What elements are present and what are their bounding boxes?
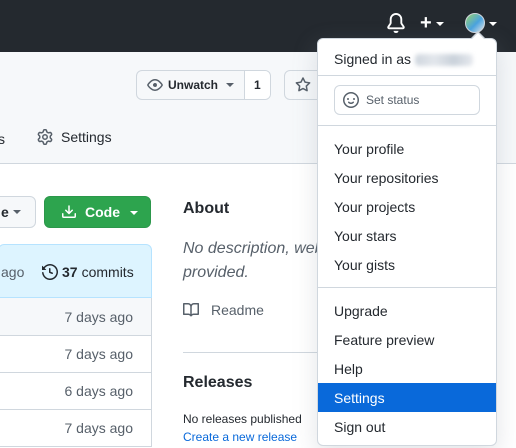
- chevron-down-icon: [435, 22, 444, 26]
- file-list: 7 days ago 7 days ago 6 days ago 7 days …: [0, 298, 152, 447]
- divider: [183, 352, 323, 353]
- branch-select-button[interactable]: e: [0, 196, 36, 228]
- unwatch-button-group: Unwatch 1: [136, 70, 271, 100]
- chevron-down-icon: [489, 22, 497, 26]
- signed-in-prefix: Signed in as: [334, 51, 412, 67]
- create-new-button[interactable]: +: [420, 12, 444, 34]
- create-release-link[interactable]: Create a new release: [183, 430, 297, 444]
- divider: [318, 125, 496, 126]
- download-icon: [62, 205, 76, 218]
- code-button[interactable]: Code: [44, 196, 151, 228]
- set-status-label: Set status: [366, 93, 420, 107]
- menu-item-your-gists[interactable]: Your gists: [318, 250, 496, 279]
- signed-in-text: Signed in as: [334, 51, 473, 67]
- branch-label: e: [1, 204, 9, 220]
- tab-settings[interactable]: Settings: [37, 129, 112, 145]
- latest-commit-bar: ago 37 commits: [0, 244, 152, 298]
- star-icon: [295, 77, 311, 92]
- readme-label: Readme: [211, 302, 264, 318]
- unwatch-button[interactable]: Unwatch: [137, 71, 244, 99]
- plus-icon: +: [420, 12, 432, 34]
- chevron-down-icon: [12, 210, 21, 214]
- menu-item-your-repositories[interactable]: Your repositories: [318, 163, 496, 192]
- commits-link[interactable]: 37 commits: [42, 264, 134, 280]
- no-releases-text: No releases published: [183, 412, 302, 426]
- about-heading: About: [183, 200, 230, 217]
- file-updated-time: 7 days ago: [64, 420, 134, 436]
- menu-item-your-projects[interactable]: Your projects: [318, 192, 496, 221]
- last-commit-time: ago: [1, 264, 25, 280]
- file-updated-time: 7 days ago: [64, 346, 134, 362]
- divider: [318, 75, 496, 76]
- gear-icon: [37, 129, 53, 145]
- redacted-username: [414, 54, 473, 67]
- book-icon: [183, 302, 199, 317]
- history-icon: [42, 264, 58, 280]
- releases-heading: Releases: [183, 374, 253, 391]
- menu-item-upgrade[interactable]: Upgrade: [318, 296, 496, 325]
- menu-pointer-fill: [471, 33, 485, 40]
- smiley-icon: [343, 92, 359, 108]
- tab-truncated[interactable]: s: [0, 131, 5, 147]
- table-row[interactable]: 7 days ago: [0, 409, 151, 446]
- user-dropdown-menu: Signed in as Set status Your profile You…: [317, 38, 497, 446]
- file-updated-time: 7 days ago: [64, 308, 134, 325]
- menu-item-your-stars[interactable]: Your stars: [318, 221, 496, 250]
- menu-item-help[interactable]: Help: [318, 354, 496, 383]
- divider: [318, 287, 496, 288]
- code-button-label: Code: [85, 204, 120, 220]
- table-row[interactable]: 6 days ago: [0, 372, 151, 409]
- bell-icon[interactable]: [386, 12, 408, 34]
- commit-count: 37: [62, 264, 78, 280]
- about-description: No description, webs provided.: [183, 240, 332, 281]
- table-row[interactable]: 7 days ago: [0, 335, 151, 372]
- unwatch-label: Unwatch: [168, 78, 219, 92]
- avatar: [465, 13, 485, 33]
- menu-item-settings[interactable]: Settings: [318, 383, 496, 412]
- menu-item-feature-preview[interactable]: Feature preview: [318, 325, 496, 354]
- menu-item-your-profile[interactable]: Your profile: [318, 134, 496, 163]
- chevron-down-icon: [226, 83, 235, 87]
- tab-settings-label: Settings: [61, 129, 112, 145]
- table-row[interactable]: 7 days ago: [0, 298, 151, 335]
- chevron-down-icon: [130, 211, 138, 215]
- set-status-button[interactable]: Set status: [334, 85, 480, 115]
- readme-link[interactable]: Readme: [183, 302, 264, 318]
- eye-icon: [147, 79, 163, 91]
- watchers-count[interactable]: 1: [244, 71, 270, 99]
- commits-label: commits: [81, 264, 134, 280]
- menu-item-sign-out[interactable]: Sign out: [318, 412, 496, 441]
- file-updated-time: 6 days ago: [64, 383, 134, 399]
